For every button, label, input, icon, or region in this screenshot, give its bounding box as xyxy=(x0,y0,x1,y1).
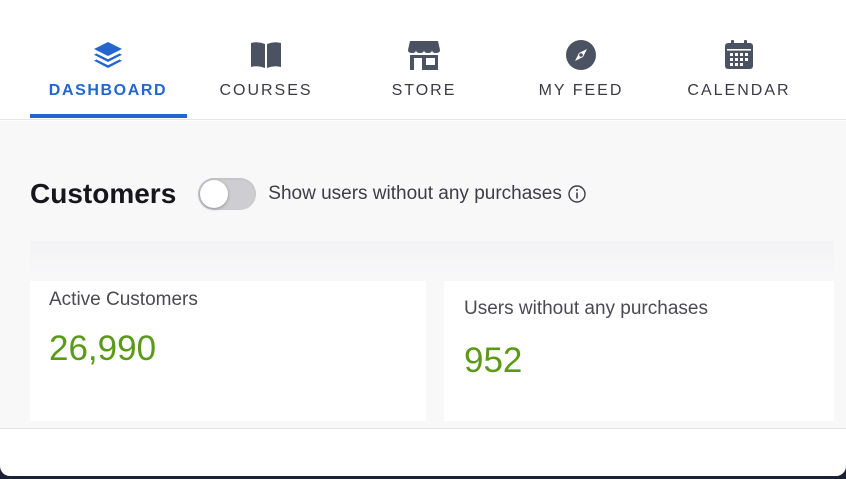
section-title: Customers xyxy=(30,178,177,209)
stat-value: 952 xyxy=(464,341,523,380)
tab-my-feed[interactable]: MY FEED xyxy=(534,38,628,120)
compass-icon xyxy=(564,38,598,72)
show-users-toggle[interactable] xyxy=(198,178,257,210)
tab-courses[interactable]: COURSES xyxy=(216,38,316,120)
tab-label: COURSES xyxy=(219,82,313,99)
tab-label: CALENDAR xyxy=(687,82,791,99)
stat-label: Active Customers xyxy=(49,289,198,310)
customers-panel: Customers Show users without any purchas… xyxy=(0,121,846,429)
tab-store[interactable]: STORE xyxy=(384,38,464,120)
stat-label: Users without any purchases xyxy=(464,298,708,319)
tab-dashboard[interactable]: DASHBOARD xyxy=(48,38,168,120)
divider-band xyxy=(30,241,834,271)
app-window: DASHBOARD COURSES STORE MY FEED CALENDAR… xyxy=(0,0,846,476)
info-icon[interactable] xyxy=(568,185,586,203)
customers-header: Customers Show users without any purchas… xyxy=(30,176,586,212)
active-tab-indicator xyxy=(30,114,187,118)
store-icon xyxy=(407,38,441,72)
layers-icon xyxy=(91,38,125,72)
active-customers-card: Active Customers 26,990 xyxy=(30,281,426,421)
no-purchase-users-card: Users without any purchases 952 xyxy=(444,281,834,421)
tab-label: DASHBOARD xyxy=(48,82,168,99)
tab-calendar[interactable]: CALENDAR xyxy=(682,38,796,120)
book-icon xyxy=(249,38,283,72)
stat-value: 26,990 xyxy=(49,329,157,368)
tab-label: MY FEED xyxy=(538,82,624,99)
toggle-knob xyxy=(200,180,229,208)
calendar-icon xyxy=(722,38,756,72)
top-nav: DASHBOARD COURSES STORE MY FEED CALENDAR xyxy=(0,0,846,120)
toggle-label: Show users without any purchases xyxy=(268,183,562,204)
tab-label: STORE xyxy=(391,82,457,99)
